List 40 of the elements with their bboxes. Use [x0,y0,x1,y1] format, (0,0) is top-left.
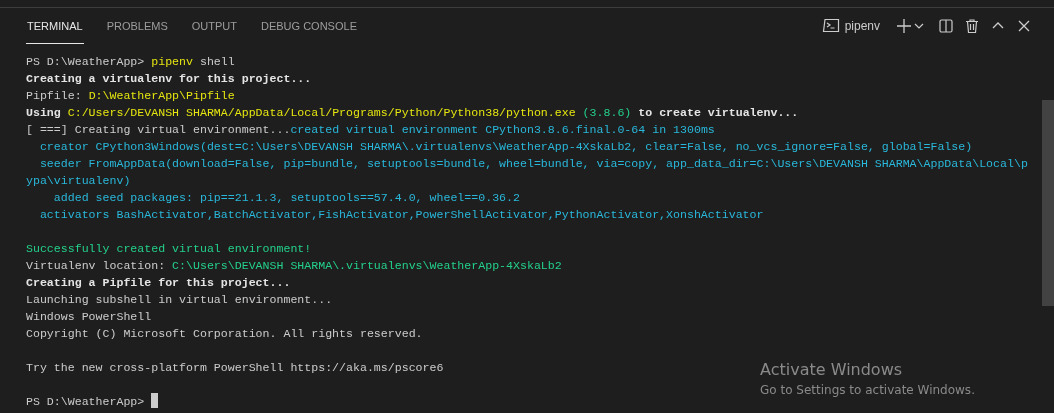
terminal-text: C:/Users/DEVANSH SHARMA/AppData/Local/Programs/Python/Python38/python.exe [67,106,576,119]
terminal-text: Using [26,106,62,119]
terminal-text: Creating a virtualenv for this project... [26,72,312,85]
terminal-selector[interactable]: pipenv [821,18,886,34]
terminal-text: Windows PowerShell [26,310,152,323]
terminal-text: shell [198,55,235,68]
terminal-text: Successfully created virtual environment! [26,242,312,255]
terminal-text: activators BashActivator,BatchActivator,FishActivator,PowerShellActivator,PythonActivator,XonshActivator [38,208,764,221]
activation-title: Activate Windows [760,359,904,381]
scrollbar-thumb[interactable] [1042,100,1054,306]
trash-icon[interactable] [964,18,980,34]
terminal-text: creator CPython3Windows(dest=C:\Users\DEVANSH SHARMA\.virtualenvs\WeatherApp-4XskaLb2, clear=False, no_vcs_ignore=False, global=False) [38,140,973,153]
terminal-text: Virtualenv location: [26,259,167,272]
terminal-text: ypa\virtualenv) [26,174,131,187]
terminal-text: added seed packages: pip==21.1.3, setuptools==57.4.0, wheel==0.36.2 [52,191,520,204]
terminal-icon [821,18,840,34]
terminal-text: PS D:\WeatherApp> [26,55,146,68]
plus-icon[interactable] [896,18,912,34]
terminal-text: [ ===] Creating virtual environment... [26,123,291,136]
terminal-text: Try the new cross-platform PowerShell https://aka.ms/pscore6 [26,361,444,374]
text-cursor [151,393,159,408]
terminal-text: PS D:\WeatherApp> [26,395,145,408]
panel-tab[interactable]: DEBUG CONSOLE [260,8,358,44]
terminal-text: Pipfile: [26,89,83,102]
close-icon[interactable] [1016,18,1032,34]
terminal-text: D:\WeatherApp\Pipfile [88,89,235,102]
terminal-text: to create virtualenv... [637,106,799,119]
terminal-text: created virtual environment CPython3.8.6.final.0-64 in 1300ms [290,123,715,136]
activation-message: Go to Settings to activate Windows. [760,382,975,399]
terminal-text: (3.8.6) [581,106,632,119]
split-icon[interactable] [938,18,954,34]
terminal-text: Launching subshell in virtual environment... [26,293,333,306]
terminal-text: Creating a Pipfile for this project... [26,276,291,289]
terminal-text: Copyright (C) Microsoft Corporation. All rights reserved. [26,327,423,340]
terminal-text: seeder FromAppData(download=False, pip=bundle, setuptools=bundle, wheel=bundle, via=copy, app_data_dir=C:\Users\DEVANSH SHARMA\AppData\Local\p [38,157,1028,170]
panel-tab[interactable]: OUTPUT [190,8,238,44]
terminal-text: C:\Users\DEVANSH SHARMA\.virtualenvs\WeatherApp-4XskaLb2 [172,259,562,272]
panel-tab[interactable]: PROBLEMS [105,8,169,44]
terminal-text: pipenv [151,55,193,68]
panel-tab[interactable]: TERMINAL [26,8,84,44]
